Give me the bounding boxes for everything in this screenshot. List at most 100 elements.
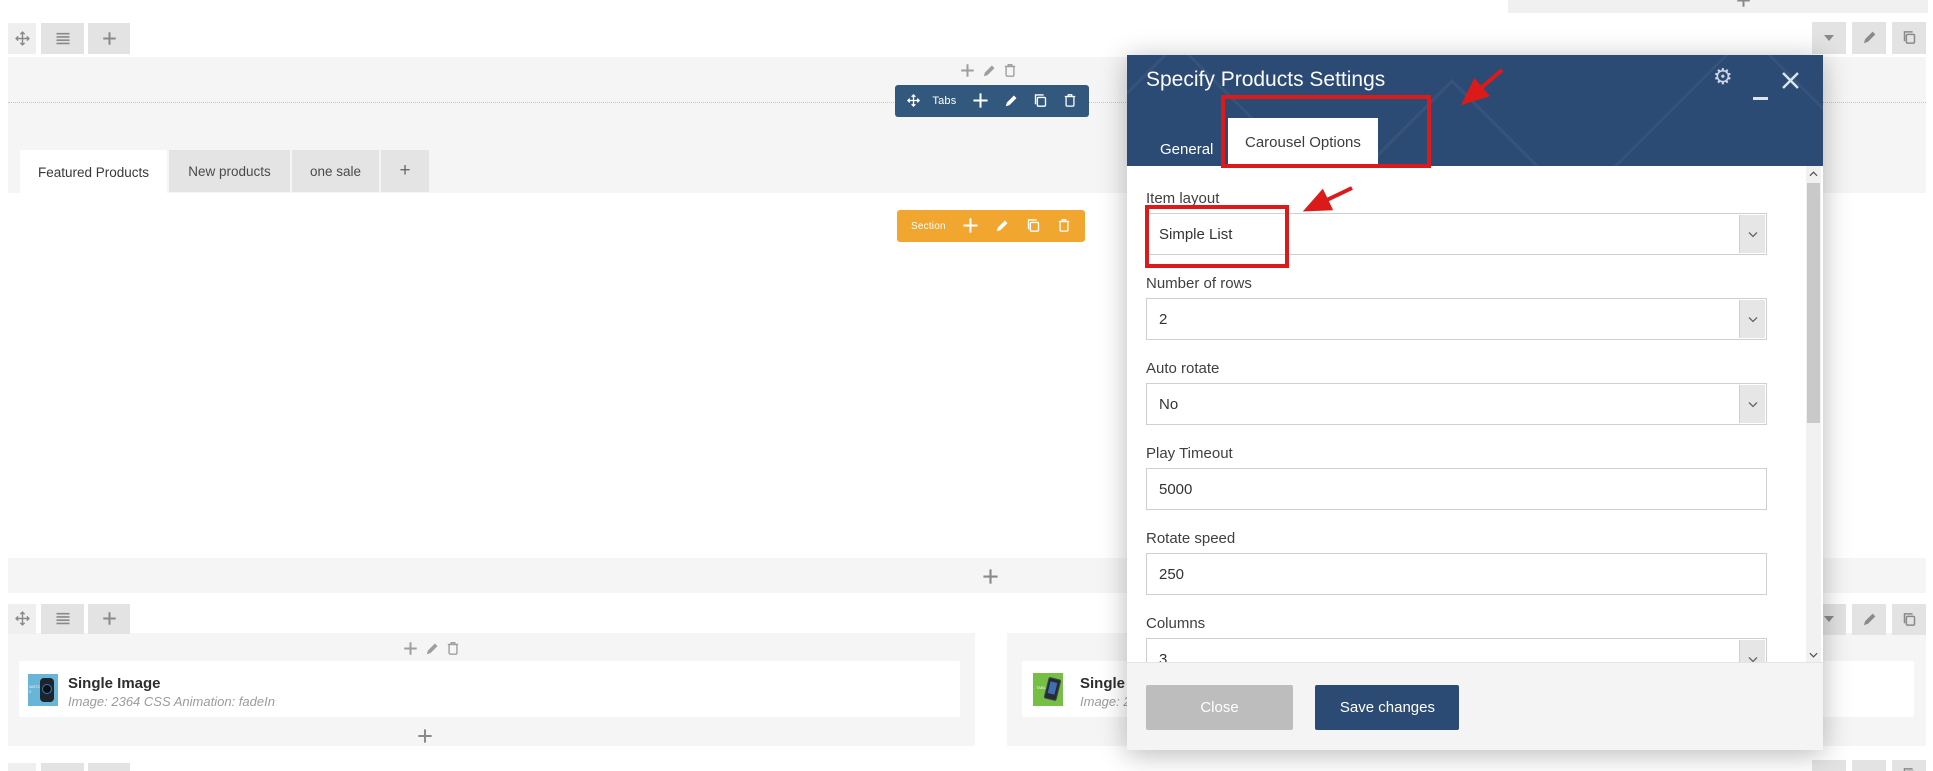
single-image-element-controls xyxy=(403,640,460,658)
annotation-rect-item-layout xyxy=(1145,205,1289,268)
annotation-arrow-item-layout xyxy=(1302,186,1353,212)
modal-scrollbar[interactable] xyxy=(1806,166,1821,662)
pencil-icon[interactable] xyxy=(982,62,996,80)
row3-drag-handle[interactable] xyxy=(8,763,36,771)
chevron-down-icon[interactable] xyxy=(1739,640,1765,662)
tab-one-sale[interactable]: one sale xyxy=(292,150,379,192)
row1-copy-button[interactable] xyxy=(1892,22,1926,54)
chevron-down-icon[interactable] xyxy=(1739,385,1765,423)
move-icon[interactable] xyxy=(907,92,920,110)
field-play-timeout: Play Timeout xyxy=(1146,445,1767,510)
single-image-thumbnail: WATCH 2 xyxy=(28,674,58,706)
row1-edit-button[interactable] xyxy=(1852,22,1886,54)
row2-add-button[interactable] xyxy=(88,604,130,634)
row3-edit-button[interactable] xyxy=(1852,760,1886,771)
copy-icon[interactable] xyxy=(1026,217,1041,235)
scroll-down-icon[interactable] xyxy=(1806,647,1821,662)
minimize-icon[interactable] xyxy=(1753,97,1768,100)
plus-icon xyxy=(102,30,117,48)
tabs-toolbar-label: Tabs xyxy=(932,95,957,107)
field-columns: Columns 3 xyxy=(1146,615,1767,662)
tab-label: Featured Products xyxy=(37,164,150,180)
row1-toggle-button[interactable] xyxy=(1812,22,1846,54)
add-icon[interactable] xyxy=(1736,0,1751,10)
row2-drag-handle[interactable] xyxy=(8,604,36,634)
add-element-icon[interactable] xyxy=(982,568,999,586)
row2-edit-button[interactable] xyxy=(1852,604,1886,635)
caret-down-icon xyxy=(1824,29,1834,47)
trash-icon[interactable] xyxy=(446,640,460,658)
field-label: Play Timeout xyxy=(1146,445,1233,462)
trash-icon[interactable] xyxy=(1057,217,1071,235)
number-of-rows-select[interactable]: 2 xyxy=(1146,298,1767,340)
modal-tab-general[interactable]: General xyxy=(1146,132,1227,166)
copy-icon xyxy=(1902,611,1917,629)
single-image-meta: Image: 2 xyxy=(1080,694,1131,709)
pencil-icon[interactable] xyxy=(995,217,1009,235)
tab-label: New products xyxy=(188,163,271,179)
top-partial-toolbar xyxy=(1508,0,1928,13)
chevron-down-icon[interactable] xyxy=(1739,300,1765,338)
row3-copy-button[interactable] xyxy=(1892,760,1926,771)
add-element-icon[interactable] xyxy=(417,727,433,745)
row2-layout-button[interactable] xyxy=(41,604,84,634)
field-label: Rotate speed xyxy=(1146,530,1236,547)
pencil-icon[interactable] xyxy=(1004,92,1018,110)
copy-icon xyxy=(1902,29,1917,47)
gear-icon[interactable]: ⚙ xyxy=(1713,65,1733,90)
tabs-toolbar: Tabs xyxy=(895,85,1089,117)
copy-icon[interactable] xyxy=(1033,92,1048,110)
scroll-up-icon[interactable] xyxy=(1806,166,1821,181)
modal-title: Specify Products Settings xyxy=(1146,68,1386,91)
field-label: Auto rotate xyxy=(1146,360,1220,377)
tab-new-products[interactable]: New products xyxy=(169,150,290,192)
move-icon xyxy=(14,30,30,48)
chevron-down-icon[interactable] xyxy=(1739,215,1765,253)
save-changes-button[interactable]: Save changes xyxy=(1315,685,1460,730)
row1-layout-button[interactable] xyxy=(41,23,84,54)
tab-featured-products[interactable]: Featured Products xyxy=(20,150,167,194)
section-toolbar-label: Section xyxy=(911,220,946,232)
row2-copy-button[interactable] xyxy=(1892,604,1926,635)
select-value: 3 xyxy=(1159,650,1168,663)
field-label: Columns xyxy=(1146,615,1206,632)
trash-icon[interactable] xyxy=(1003,62,1017,80)
row3-add-button[interactable] xyxy=(88,763,130,771)
single-image-thumbnail: , TABLET 2 xyxy=(1033,673,1063,706)
columns-select[interactable]: 3 xyxy=(1146,638,1767,662)
plus-icon xyxy=(102,610,117,628)
single-image-meta: Image: 2364 CSS Animation: fadeIn xyxy=(68,694,275,709)
rotate-speed-input[interactable] xyxy=(1159,565,1766,583)
tab-add-button[interactable]: + xyxy=(381,150,429,192)
single-image-element[interactable]: WATCH 2 Single Image Image: 2364 CSS Anim… xyxy=(19,661,960,717)
row1-drag-handle[interactable] xyxy=(8,23,36,54)
row3-layout-button[interactable] xyxy=(41,763,84,771)
field-label: Number of rows xyxy=(1146,275,1252,292)
trash-icon[interactable] xyxy=(1063,92,1077,110)
row1-add-button[interactable] xyxy=(88,23,130,54)
row-layout-icon xyxy=(55,610,71,628)
add-icon[interactable] xyxy=(960,62,975,80)
annotation-arrow-tab xyxy=(1460,68,1504,106)
close-button[interactable]: Close xyxy=(1146,685,1293,730)
tab-label: one sale xyxy=(309,163,362,179)
copy-icon xyxy=(1902,766,1917,771)
row3-toggle-button[interactable] xyxy=(1812,760,1846,771)
caret-down-icon xyxy=(1824,611,1834,629)
play-timeout-input[interactable] xyxy=(1159,480,1766,498)
single-image-title: Single I xyxy=(1080,675,1134,692)
close-icon[interactable] xyxy=(1781,71,1800,90)
caret-down-icon xyxy=(1824,766,1834,771)
section-toolbar: Section xyxy=(897,210,1085,242)
auto-rotate-select[interactable]: No xyxy=(1146,383,1767,425)
pencil-icon[interactable] xyxy=(425,640,439,658)
modal-footer: Close Save changes xyxy=(1127,662,1823,750)
add-icon[interactable] xyxy=(972,92,989,110)
scrollbar-thumb[interactable] xyxy=(1807,183,1820,423)
add-icon[interactable] xyxy=(962,217,979,235)
add-tab-icon: + xyxy=(399,160,411,181)
field-rotate-speed: Rotate speed xyxy=(1146,530,1767,595)
pencil-icon xyxy=(1862,611,1877,629)
single-image-title: Single Image xyxy=(68,675,161,692)
add-icon[interactable] xyxy=(403,640,418,658)
